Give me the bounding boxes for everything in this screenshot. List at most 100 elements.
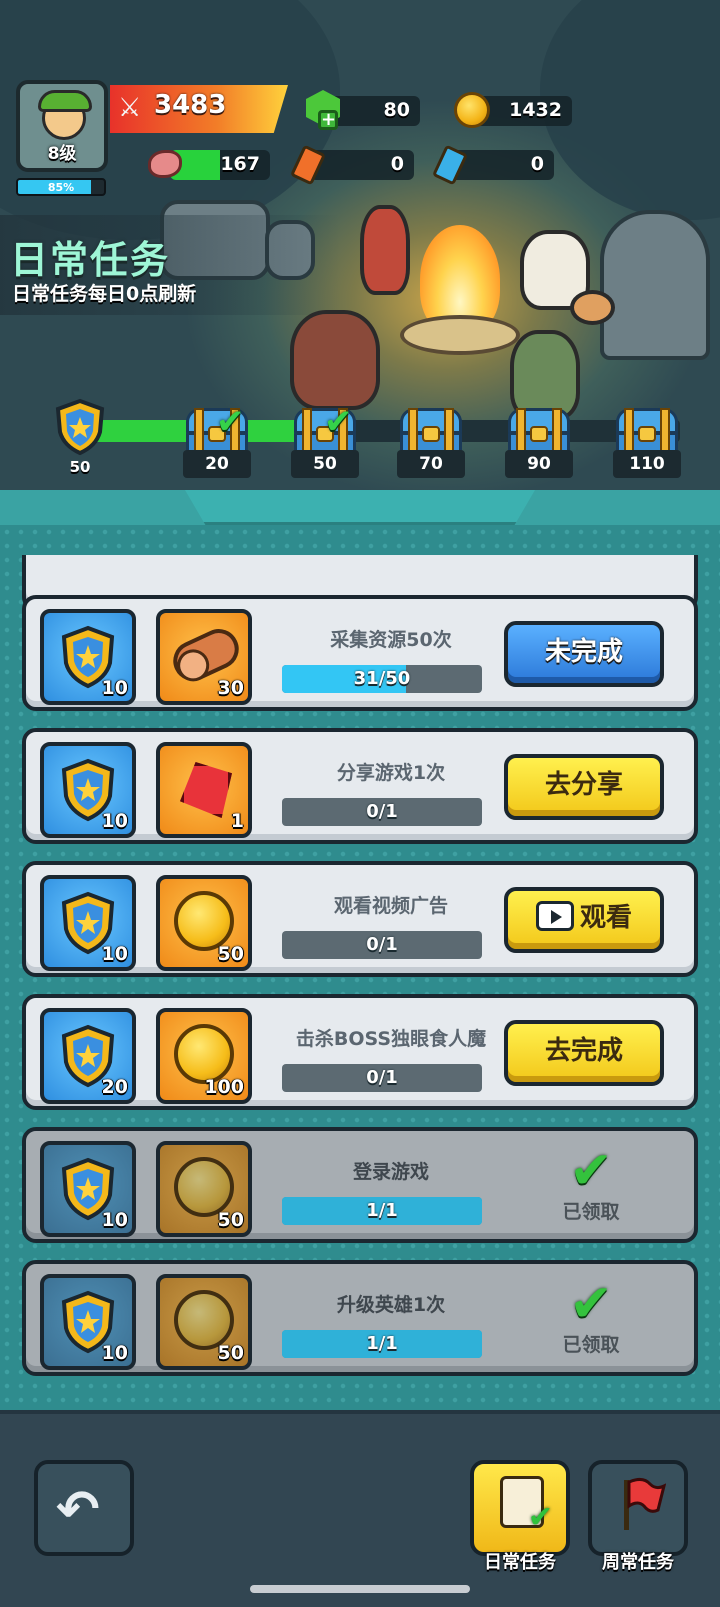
- task-card: 10 50 升级英雄1次 1/1 ✔ 已领取: [22, 1260, 698, 1376]
- task-name: 登录游戏: [352, 1161, 429, 1183]
- coin-icon: [174, 1290, 234, 1350]
- gold-coin-icon: [454, 92, 490, 128]
- task-card: 20 100 击杀BOSS独眼食人魔 0/1 去完成: [22, 994, 698, 1110]
- activity-points-qty: 10: [101, 810, 128, 832]
- activity-points-qty: 20: [101, 1076, 128, 1098]
- task-name: 升级英雄1次: [336, 1294, 446, 1316]
- task-card: 10 50 登录游戏 1/1 ✔ 已领取: [22, 1127, 698, 1243]
- item-reward-qty: 50: [217, 1209, 244, 1231]
- task-progress-text: 0/1: [366, 801, 398, 822]
- red-ticket-counter: 0: [310, 150, 414, 180]
- task-action-label: 观看: [579, 903, 632, 933]
- item-reward: 50: [156, 875, 252, 971]
- item-reward: 50: [156, 1141, 252, 1237]
- item-reward: 30: [156, 609, 252, 705]
- task-progress-text: 31/50: [353, 668, 411, 689]
- task-action-button[interactable]: 去完成: [504, 1020, 664, 1086]
- task-name: 采集资源50次: [330, 629, 452, 651]
- bard-character: [360, 205, 410, 295]
- dog-character: [570, 290, 615, 325]
- tab-daily-tasks-label: 日常任务: [484, 1552, 556, 1573]
- meat-icon: [148, 150, 182, 178]
- task-progress-bar: 0/1: [282, 1064, 482, 1092]
- item-reward-qty: 50: [217, 943, 244, 965]
- item-reward-qty: 1: [230, 810, 244, 832]
- tab-weekly-tasks[interactable]: 周常任务: [588, 1460, 688, 1573]
- activity-points-qty: 10: [101, 677, 128, 699]
- page-subtitle: 日常任务每日0点刷新: [12, 283, 197, 305]
- warrior-character: [290, 310, 380, 410]
- checkmark-icon: ✔: [569, 1274, 613, 1334]
- coin-icon: [174, 891, 234, 951]
- chest-lock: [638, 426, 656, 442]
- milestone-threshold: 110: [613, 450, 681, 478]
- blue-ticket-count: 0: [530, 153, 544, 175]
- tab-daily-tasks[interactable]: ✔ 日常任务: [470, 1460, 570, 1573]
- activity-points-reward: 10: [40, 1141, 136, 1237]
- task-progress-text: 0/1: [366, 934, 398, 955]
- combat-power-banner: ⚔ 3483: [110, 85, 288, 133]
- red-ticket-count: 0: [390, 153, 404, 175]
- red-flag-icon: [624, 1477, 666, 1530]
- task-name: 观看视频广告: [333, 895, 448, 917]
- task-action-button[interactable]: 观看: [504, 887, 664, 953]
- milestone-threshold: 70: [397, 450, 465, 478]
- combat-power-value: 3483: [154, 90, 227, 120]
- task-progress-bar: 31/50: [282, 665, 482, 693]
- player-avatar[interactable]: 8级: [16, 80, 108, 172]
- task-action-label: 未完成: [544, 637, 623, 667]
- page-title: 日常任务: [10, 238, 171, 282]
- checkmark-icon: ✔: [569, 1141, 613, 1201]
- checkmark-icon: ✔: [527, 1500, 553, 1535]
- task-action-button[interactable]: 未完成: [504, 621, 664, 687]
- crossed-swords-icon: ⚔: [118, 93, 142, 123]
- activity-points-qty: 10: [101, 1209, 128, 1231]
- task-card: 10 1 分享游戏1次 0/1 去分享: [22, 728, 698, 844]
- ruby-icon: [180, 762, 232, 818]
- item-reward-qty: 50: [217, 1342, 244, 1364]
- task-action-button[interactable]: 去分享: [504, 754, 664, 820]
- item-reward: 50: [156, 1274, 252, 1370]
- activity-points-qty: 10: [101, 943, 128, 965]
- task-card: 10 50 观看视频广告 0/1 观看: [22, 861, 698, 977]
- activity-points-shield-icon: [55, 398, 105, 456]
- task-name: 击杀BOSS独眼食人魔: [295, 1028, 487, 1050]
- task-list[interactable]: 10 30 采集资源50次 31/50 未完成 10 1 分享游戏1次 0/1 去分享 10 50 观看…: [0, 555, 720, 1397]
- activity-points-qty: 10: [101, 1342, 128, 1364]
- coin-icon: [174, 1157, 234, 1217]
- task-card: 10 30 采集资源50次 31/50 未完成: [22, 595, 698, 711]
- milestone-threshold: 20: [183, 450, 251, 478]
- item-reward-qty: 100: [204, 1076, 244, 1098]
- coin-icon: [174, 1024, 234, 1084]
- task-progress-bar: 1/1: [282, 1330, 482, 1358]
- task-name: 分享游戏1次: [336, 762, 446, 784]
- back-button[interactable]: ↶: [34, 1460, 134, 1556]
- activity-points-reward: 20: [40, 1008, 136, 1104]
- home-indicator: [250, 1585, 470, 1593]
- chest-lock: [422, 426, 440, 442]
- tab-weekly-tasks-label: 周常任务: [602, 1552, 674, 1573]
- add-gems-icon[interactable]: +: [318, 110, 338, 130]
- milestone-threshold: 50: [291, 450, 359, 478]
- claimed-label: 已领取: [562, 1334, 620, 1356]
- back-arrow-icon: ↶: [56, 1480, 100, 1540]
- task-progress-text: 0/1: [366, 1067, 398, 1088]
- milestone-threshold: 90: [505, 450, 573, 478]
- claimed-checkmark-icon: ✔: [216, 402, 245, 442]
- gem-count: 80: [383, 99, 410, 121]
- xp-progress-bar: 85%: [16, 178, 106, 196]
- milestone-progress-track: [90, 420, 680, 442]
- task-progress-bar: 0/1: [282, 931, 482, 959]
- activity-points-reward: 10: [40, 742, 136, 838]
- item-reward: 1: [156, 742, 252, 838]
- list-frame-header: [0, 490, 720, 530]
- activity-points-reward: 10: [40, 875, 136, 971]
- avatar-hat: [38, 90, 92, 112]
- activity-points-reward: 10: [40, 609, 136, 705]
- xp-percent: 85%: [47, 181, 75, 194]
- stamina-counter: 167: [170, 150, 270, 180]
- activity-points-reward: 10: [40, 1274, 136, 1370]
- campfire-stones: [400, 315, 520, 355]
- task-progress-bar: 0/1: [282, 798, 482, 826]
- stamina-count: 167: [220, 153, 260, 175]
